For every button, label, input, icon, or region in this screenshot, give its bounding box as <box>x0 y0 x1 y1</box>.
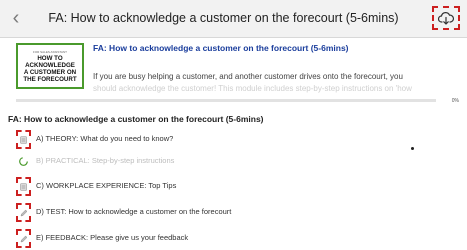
step-status-marker <box>16 152 31 171</box>
thumbnail-line: THE FORECOURT <box>23 75 77 83</box>
back-button[interactable]: ‹ <box>5 5 27 31</box>
step-status-marker <box>16 229 31 248</box>
top-bar: ‹ FA: How to acknowledge a customer on t… <box>0 0 467 38</box>
chevron-left-icon: ‹ <box>12 7 20 29</box>
step-label: D) TEST: How to acknowledge a customer o… <box>36 207 232 216</box>
cloud-download-icon <box>438 11 454 25</box>
module-title[interactable]: FA: How to acknowledge a customer on the… <box>93 43 349 53</box>
step-status-marker <box>16 203 31 222</box>
step-status-marker <box>16 177 31 196</box>
module-thumbnail: FOR SALES ASSISTANT HOW TO ACKNOWLEDGE A… <box>16 43 84 89</box>
pencil-icon <box>20 209 27 216</box>
pencil-icon <box>20 235 27 242</box>
thumbnail-line: ACKNOWLEDGE <box>25 61 75 69</box>
step-status-marker <box>16 130 31 149</box>
module-description-line: If you are busy helping a customer, and … <box>93 72 403 81</box>
section-title: FA: How to acknowledge a customer on the… <box>8 114 264 124</box>
step-label: E) FEEDBACK: Please give us your feedbac… <box>36 233 189 242</box>
cursor-dot <box>411 147 414 150</box>
progress-percent: 0% <box>451 98 459 104</box>
progress-bar <box>16 99 436 102</box>
download-button[interactable] <box>432 6 460 30</box>
module-description-faded: should acknowledge the customer! This mo… <box>93 84 412 93</box>
step-practical[interactable]: B) PRACTICAL: Step-by-step instructions <box>0 149 467 173</box>
thumbnail-line: A CUSTOMER ON <box>23 68 77 76</box>
step-label: B) PRACTICAL: Step-by-step instructions <box>36 156 175 165</box>
module-description: If you are busy helping a customer, and … <box>93 71 455 94</box>
document-icon <box>20 182 27 191</box>
page-title: FA: How to acknowledge a customer on the… <box>48 11 399 25</box>
step-test[interactable]: D) TEST: How to acknowledge a customer o… <box>0 200 467 224</box>
thumbnail-line: HOW TO <box>37 54 63 62</box>
step-label: C) WORKPLACE EXPERIENCE: Top Tips <box>36 181 177 190</box>
step-label: A) THEORY: What do you need to know? <box>36 134 174 143</box>
thumbnail-caption: FOR SALES ASSISTANT <box>33 49 67 54</box>
check-circle-icon <box>19 157 28 166</box>
step-theory[interactable]: A) THEORY: What do you need to know? <box>0 127 467 151</box>
module-card[interactable]: FOR SALES ASSISTANT HOW TO ACKNOWLEDGE A… <box>0 37 467 94</box>
step-workplace-experience[interactable]: C) WORKPLACE EXPERIENCE: Top Tips <box>0 174 467 198</box>
document-icon <box>20 135 27 144</box>
step-feedback[interactable]: E) FEEDBACK: Please give us your feedbac… <box>0 226 467 250</box>
